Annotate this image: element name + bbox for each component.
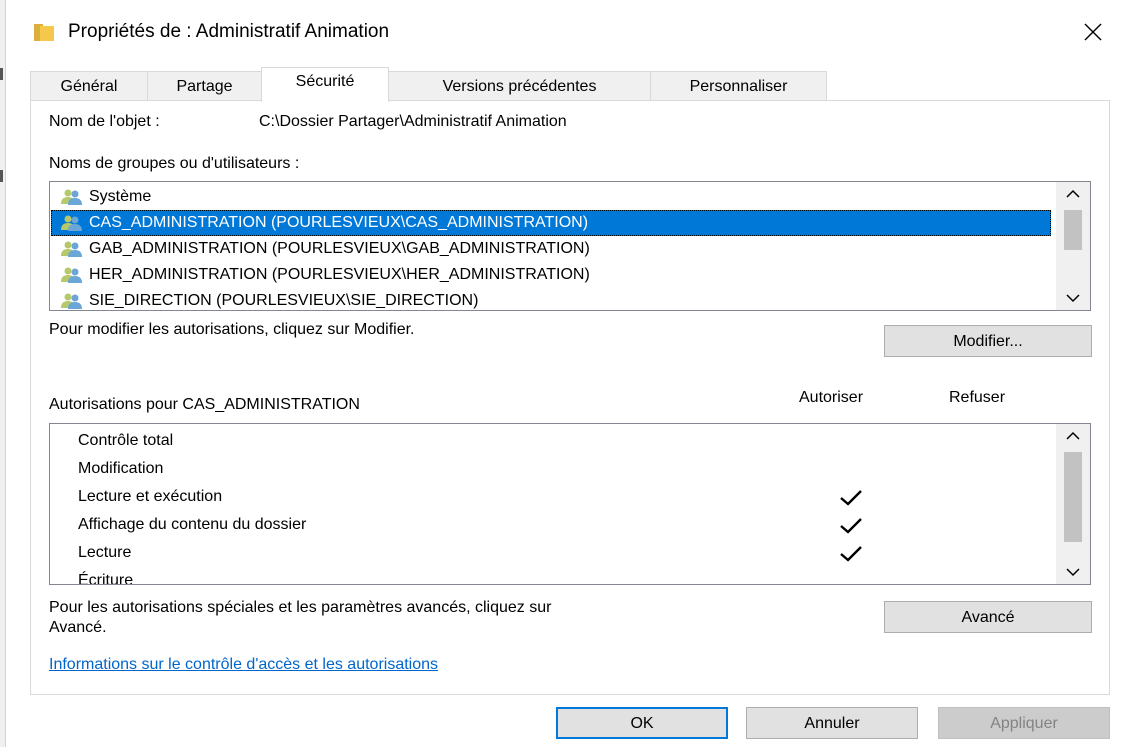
permissions-scrollbar[interactable] (1056, 424, 1090, 584)
scroll-thumb[interactable] (1064, 210, 1082, 250)
edge-mark (0, 170, 3, 182)
groups-label: Noms de groupes ou d'utilisateurs : (49, 155, 300, 172)
object-name-value: C:\Dossier Partager\Administratif Animat… (259, 113, 567, 130)
group-item-sie-direction[interactable]: SIE_DIRECTION (POURLESVIEUX\SIE_DIRECTIO… (51, 288, 1051, 310)
window-left-edge (0, 0, 6, 747)
group-item-label: HER_ADMINISTRATION (POURLESVIEUX\HER_ADM… (89, 266, 590, 283)
scroll-thumb[interactable] (1064, 452, 1082, 542)
object-name-label: Nom de l'objet : (49, 113, 160, 130)
user-group-icon (61, 267, 82, 283)
close-icon (1084, 23, 1102, 41)
chevron-up-icon (1066, 189, 1080, 198)
user-group-icon (61, 189, 82, 205)
deny-column-header: Refuser (949, 389, 1006, 406)
advanced-hint-line1: Pour les autorisations spéciales et les … (49, 599, 552, 616)
tab-bar: Général Partage Sécurité Versions précéd… (30, 67, 1090, 102)
close-button[interactable] (1078, 17, 1108, 47)
checkmark-icon (840, 518, 862, 534)
tab-security[interactable]: Sécurité (261, 67, 389, 102)
advanced-button[interactable]: Avancé (884, 601, 1092, 633)
tab-customize[interactable]: Personnaliser (650, 71, 827, 101)
group-item-her-administration[interactable]: HER_ADMINISTRATION (POURLESVIEUX\HER_ADM… (51, 262, 1051, 288)
permission-label: Affichage du contenu du dossier (78, 516, 307, 533)
allow-column-header: Autoriser (799, 389, 864, 406)
window-title: Propriétés de : Administratif Animation (68, 21, 390, 42)
security-panel: Nom de l'objet : C:\Dossier Partager\Adm… (30, 100, 1110, 695)
permission-read: Lecture (78, 540, 862, 568)
group-item-label: GAB_ADMINISTRATION (POURLESVIEUX\GAB_ADM… (89, 240, 590, 257)
chevron-up-icon (1066, 431, 1080, 440)
edge-mark (0, 68, 3, 80)
group-item-label: Système (89, 188, 152, 205)
chevron-down-icon (1066, 294, 1080, 303)
permissions-list[interactable]: Contrôle total Modification Lecture et e… (49, 423, 1091, 585)
permission-label: Contrôle total (78, 432, 174, 449)
access-control-info-link[interactable]: Informations sur le contrôle d'accès et … (49, 656, 438, 674)
groups-list[interactable]: Système CAS_ADMINISTRATION (POURLESVIEUX… (49, 181, 1091, 311)
group-item-label: CAS_ADMINISTRATION (POURLESVIEUX\CAS_ADM… (89, 214, 589, 231)
chevron-down-icon (1066, 568, 1080, 577)
permission-full-control: Contrôle total (78, 428, 858, 456)
group-item-system[interactable]: Système (51, 184, 1051, 210)
user-group-icon (61, 215, 82, 231)
permission-label: Écriture (78, 572, 134, 585)
permission-write: Écriture (78, 568, 858, 585)
permission-read-execute: Lecture et exécution (78, 484, 862, 512)
scroll-down-button[interactable] (1056, 286, 1090, 310)
apply-button[interactable]: Appliquer (938, 707, 1110, 739)
group-item-label: SIE_DIRECTION (POURLESVIEUX\SIE_DIRECTIO… (89, 292, 479, 309)
permission-label: Lecture (78, 544, 132, 561)
cancel-button[interactable]: Annuler (746, 707, 918, 739)
permission-label: Modification (78, 460, 164, 477)
title-bar: Propriétés de : Administratif Animation (6, 0, 1124, 66)
group-item-gab-administration[interactable]: GAB_ADMINISTRATION (POURLESVIEUX\GAB_ADM… (51, 236, 1051, 262)
modify-hint: Pour modifier les autorisations, cliquez… (49, 321, 415, 338)
scroll-down-button[interactable] (1056, 560, 1090, 584)
scroll-up-button[interactable] (1056, 424, 1090, 448)
modify-button[interactable]: Modifier... (884, 325, 1092, 357)
groups-scrollbar[interactable] (1056, 182, 1090, 310)
ok-button[interactable]: OK (556, 707, 728, 739)
permission-modify: Modification (78, 456, 858, 484)
tab-general[interactable]: Général (30, 71, 148, 101)
permissions-label: Autorisations pour CAS_ADMINISTRATION (49, 396, 360, 413)
user-group-icon (61, 241, 82, 257)
checkmark-icon (840, 490, 862, 506)
user-group-icon (61, 293, 82, 309)
permission-label: Lecture et exécution (78, 488, 223, 505)
checkmark-icon (840, 546, 862, 562)
tab-sharing[interactable]: Partage (147, 71, 262, 101)
scroll-up-button[interactable] (1056, 182, 1090, 206)
folder-icon (34, 24, 54, 41)
tab-previous-versions[interactable]: Versions précédentes (388, 71, 651, 101)
advanced-hint-line2: Avancé. (49, 619, 107, 636)
group-item-cas-administration[interactable]: CAS_ADMINISTRATION (POURLESVIEUX\CAS_ADM… (51, 210, 1051, 236)
permission-list-folder-contents: Affichage du contenu du dossier (78, 512, 862, 540)
